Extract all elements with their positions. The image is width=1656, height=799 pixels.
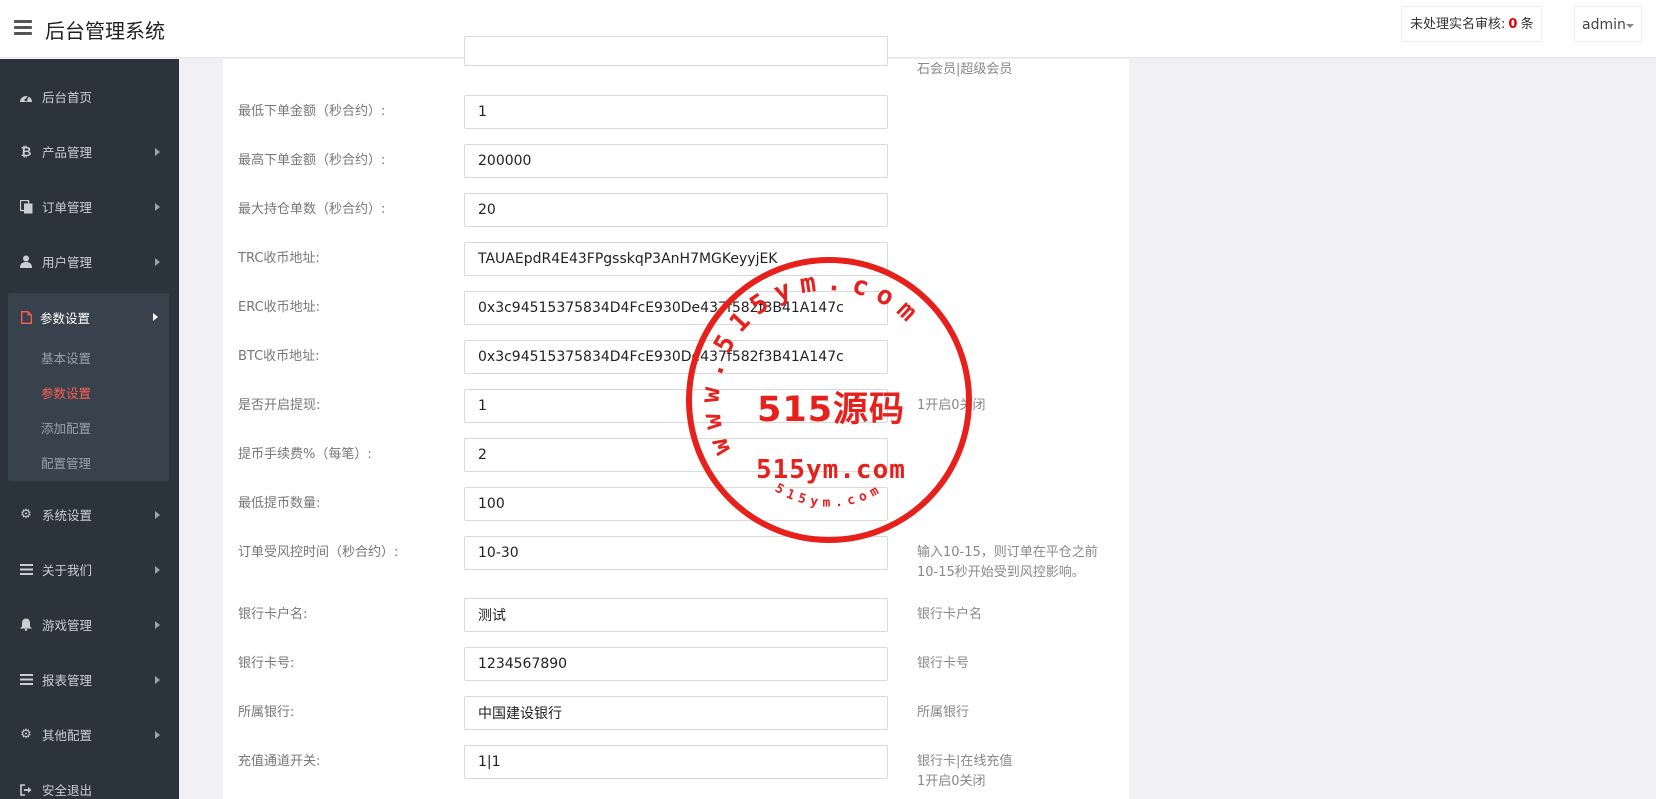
form-label: 订单受风控时间（秒合约）: (238, 545, 399, 560)
submenu-add-config[interactable]: 添加配置 (8, 411, 169, 446)
chevron-right-icon (155, 257, 160, 266)
sidebar-item-label: 安全退出 (42, 783, 93, 798)
pending-unit: 条 (1520, 17, 1534, 32)
risk-control-help: 输入10-15，则订单在平仓之前 10-15秒开始受到风控影响。 (917, 545, 1098, 580)
form-label: 最高下单金额（秒合约）: (238, 153, 386, 168)
pending-verification-notice[interactable]: 未处理实名审核: 0 条 (1401, 6, 1543, 42)
sidebar-item-params[interactable]: 参数设置 (8, 293, 169, 341)
sidebar-item-label: 参数设置 (40, 310, 91, 326)
bell-icon (19, 618, 33, 632)
pending-count: 0 (1508, 17, 1518, 32)
sidebar-item-label: 报表管理 (42, 673, 93, 688)
chevron-down-icon (1626, 24, 1634, 28)
sidebar-item-users[interactable]: 用户管理 (0, 234, 179, 289)
min-withdraw-input[interactable] (464, 487, 888, 521)
sidebar-item-label: 游戏管理 (42, 618, 93, 633)
sidebar-item-label: 关于我们 (42, 563, 93, 578)
bank-name-input[interactable] (464, 696, 888, 730)
recharge-channel-input[interactable] (464, 745, 888, 779)
form-label: 所属银行: (238, 705, 295, 720)
user-name: admin (1582, 17, 1626, 33)
btc-address-input[interactable] (464, 340, 888, 374)
sidebar-item-label: 系统设置 (42, 508, 93, 523)
form-label: 银行卡号: (238, 656, 295, 671)
chevron-right-icon (155, 730, 160, 739)
form-label: TRC收币地址: (238, 251, 320, 266)
min-order-amount-input[interactable] (464, 95, 888, 129)
dashboard-icon (19, 90, 33, 104)
copy-icon (19, 199, 33, 214)
form-label: 最低下单金额（秒合约）: (238, 104, 386, 119)
sidebar-item-label: 后台首页 (42, 90, 93, 105)
chevron-right-icon (155, 510, 160, 519)
form-label: 提币手续费%（每笔）: (238, 447, 372, 462)
sidebar-item-other-config[interactable]: ⚙ 其他配置 (0, 707, 179, 762)
sidebar-item-logout[interactable]: 安全退出 (0, 762, 179, 799)
bank-card-number-help: 银行卡号 (917, 656, 970, 671)
recharge-channel-help: 银行卡|在线充值 1开启0关闭 (917, 754, 1013, 789)
chevron-right-icon (155, 147, 160, 156)
sidebar-item-label: 订单管理 (42, 200, 93, 215)
sidebar-item-label: 用户管理 (42, 255, 93, 270)
bank-account-name-input[interactable] (464, 598, 888, 632)
submenu-basic-settings[interactable]: 基本设置 (8, 341, 169, 376)
withdraw-enabled-help: 1开启0关闭 (917, 398, 986, 413)
sidebar-item-products[interactable]: ₿ 产品管理 (0, 124, 179, 179)
content-background (1129, 59, 1656, 799)
max-order-amount-input[interactable] (464, 144, 888, 178)
sidebar-item-reports[interactable]: 报表管理 (0, 652, 179, 707)
form-label: 银行卡户名: (238, 607, 308, 622)
user-icon (19, 255, 33, 269)
user-menu[interactable]: admin (1574, 6, 1642, 42)
menu-toggle-icon[interactable] (14, 20, 32, 36)
chevron-right-icon (155, 620, 160, 629)
sidebar-item-about[interactable]: 关于我们 (0, 542, 179, 597)
sidebar: 后台首页 ₿ 产品管理 订单管理 用户管理 参数设置 基本设置 参数设置 添加配… (0, 59, 179, 799)
bank-account-name-help: 银行卡户名 (917, 607, 983, 622)
form-label: ERC收币地址: (238, 300, 321, 315)
bank-name-help: 所属银行 (917, 705, 970, 720)
chevron-right-icon (155, 202, 160, 211)
bitcoin-icon: ₿ (20, 144, 32, 160)
chevron-right-icon (155, 675, 160, 684)
signout-icon (19, 783, 33, 797)
withdraw-fee-input[interactable] (464, 438, 888, 472)
member-levels-help: 石会员|超级会员 (917, 62, 1013, 77)
pending-label: 未处理实名审核: (1410, 17, 1506, 32)
form-label: BTC收币地址: (238, 349, 320, 364)
erc-address-input[interactable] (464, 291, 888, 325)
withdraw-enabled-input[interactable] (464, 389, 888, 423)
chevron-right-icon (155, 565, 160, 574)
form-label: 最低提币数量: (238, 496, 321, 511)
gears-icon: ⚙ (20, 507, 32, 522)
file-icon (19, 310, 33, 324)
chevron-right-icon (153, 313, 158, 321)
config-input-partial[interactable] (464, 36, 888, 66)
sidebar-item-system[interactable]: ⚙ 系统设置 (0, 487, 179, 542)
sidebar-group-params: 参数设置 基本设置 参数设置 添加配置 配置管理 (8, 293, 169, 481)
trc-address-input[interactable] (464, 242, 888, 276)
sidebar-item-label: 其他配置 (42, 728, 93, 743)
list-icon (19, 563, 33, 577)
sidebar-item-dashboard[interactable]: 后台首页 (0, 69, 179, 124)
form-label: 最大持仓单数（秒合约）: (238, 202, 386, 217)
sidebar-item-orders[interactable]: 订单管理 (0, 179, 179, 234)
risk-control-time-input[interactable] (464, 536, 888, 570)
form-label: 是否开启提现: (238, 398, 321, 413)
max-positions-input[interactable] (464, 193, 888, 227)
app-title: 后台管理系统 (45, 19, 165, 43)
gear-icon: ⚙ (20, 727, 32, 742)
sidebar-item-games[interactable]: 游戏管理 (0, 597, 179, 652)
form-label: 充值通道开关: (238, 754, 321, 769)
sidebar-item-label: 产品管理 (42, 145, 93, 160)
submenu-config-manage[interactable]: 配置管理 (8, 446, 169, 481)
list-icon (19, 673, 33, 687)
submenu-param-settings[interactable]: 参数设置 (8, 376, 169, 411)
bank-card-number-input[interactable] (464, 647, 888, 681)
